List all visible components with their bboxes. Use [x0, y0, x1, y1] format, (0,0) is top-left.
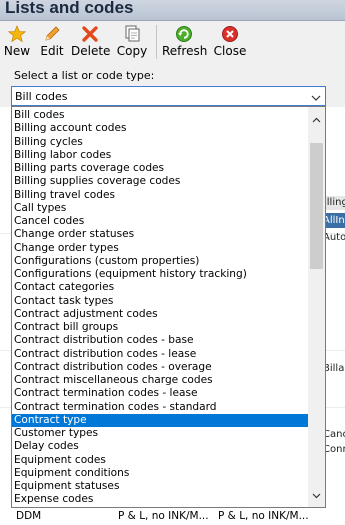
- delete-button[interactable]: Delete: [71, 25, 111, 59]
- dropdown-list: Bill codes Billing account codes Billing c…: [12, 109, 308, 507]
- scroll-up-icon[interactable]: [312, 113, 321, 126]
- close-button[interactable]: Close: [213, 25, 247, 59]
- dropdown-scrollbar[interactable]: [308, 107, 325, 507]
- chevron-down-icon[interactable]: [311, 92, 321, 105]
- dropdown-item[interactable]: Contract termination codes - standard: [12, 401, 308, 414]
- dropdown-item[interactable]: Customer types: [12, 427, 308, 440]
- window-title: Lists and codes: [5, 0, 134, 17]
- dropdown-item[interactable]: Contract distribution codes - lease: [12, 348, 308, 361]
- dropdown-item[interactable]: Call types: [12, 202, 308, 215]
- copy-label: Copy: [116, 44, 148, 58]
- dropdown-item[interactable]: Billing supplies coverage codes: [12, 175, 308, 188]
- dropdown-item[interactable]: Billing cycles: [12, 136, 308, 149]
- refresh-button[interactable]: Refresh: [162, 25, 208, 59]
- edit-label: Edit: [40, 44, 64, 58]
- dropdown-item[interactable]: Billing account codes: [12, 122, 308, 135]
- dropdown-item[interactable]: Contract termination codes - lease: [12, 387, 308, 400]
- close-label: Close: [213, 44, 247, 58]
- combobox-value: Bill codes: [15, 90, 68, 103]
- toolbar: New Edit Delete Copy Refresh Close: [0, 21, 345, 61]
- dropdown-item[interactable]: Equipment codes: [12, 454, 308, 467]
- new-button[interactable]: New: [2, 25, 32, 59]
- toolbar-separator: [156, 25, 157, 59]
- dropdown-item[interactable]: Bill codes: [12, 109, 308, 122]
- list-type-dropdown[interactable]: Bill codes Billing account codes Billing c…: [11, 106, 326, 508]
- copy-button[interactable]: Copy: [116, 25, 148, 59]
- dropdown-item[interactable]: Equipment statuses: [12, 480, 308, 493]
- bottom-row-code: DDM: [16, 510, 42, 522]
- list-type-combobox[interactable]: Bill codes: [11, 86, 326, 106]
- bottom-row-col1: P & L, no INK/M...: [118, 510, 209, 522]
- grid-cell-fragment: AllIn: [323, 215, 345, 226]
- dropdown-item[interactable]: Contract distribution codes - base: [12, 334, 308, 347]
- bottom-row-col2: P & L, no INK/M...: [218, 510, 309, 522]
- dropdown-item[interactable]: Billing parts coverage codes: [12, 162, 308, 175]
- title-bar: Lists and codes: [0, 0, 345, 21]
- grid-cell-fragment: Conr: [323, 444, 345, 455]
- dropdown-item[interactable]: Equipment conditions: [12, 467, 308, 480]
- scroll-down-icon[interactable]: [312, 489, 321, 502]
- dropdown-item[interactable]: Change order statuses: [12, 228, 308, 241]
- dropdown-item[interactable]: Configurations (equipment history tracki…: [12, 268, 308, 281]
- dropdown-item[interactable]: Cancel codes: [12, 215, 308, 228]
- dropdown-item[interactable]: Billing travel codes: [12, 189, 308, 202]
- close-circle-icon: [213, 25, 247, 44]
- list-type-prompt: Select a list or code type:: [14, 69, 155, 82]
- dropdown-item[interactable]: Contract miscellaneous charge codes: [12, 374, 308, 387]
- new-label: New: [3, 44, 31, 58]
- dropdown-item[interactable]: Expense codes: [12, 493, 308, 506]
- dropdown-item[interactable]: Contract distribution codes - overage: [12, 361, 308, 374]
- grid-cell-fragment: Auto: [323, 232, 345, 243]
- dropdown-item[interactable]: Change order types: [12, 242, 308, 255]
- refresh-label: Refresh: [162, 44, 208, 58]
- dropdown-item[interactable]: Contract bill groups: [12, 321, 308, 334]
- dropdown-item[interactable]: Contact task types: [12, 295, 308, 308]
- edit-button[interactable]: Edit: [38, 25, 66, 59]
- dropdown-item[interactable]: Delay codes: [12, 440, 308, 453]
- grid-bottom-row[interactable]: DDM P & L, no INK/M... P & L, no INK/M..…: [0, 508, 345, 525]
- red-x-icon: [71, 25, 109, 44]
- copy-icon: [116, 25, 148, 44]
- grid-header-fragment: illing: [324, 197, 345, 208]
- delete-label: Delete: [71, 44, 111, 58]
- scrollbar-thumb[interactable]: [310, 143, 323, 269]
- dropdown-item[interactable]: Contract type: [12, 413, 308, 427]
- pencil-icon: [38, 25, 66, 44]
- grid-cell-fragment: Billab: [323, 363, 345, 374]
- dropdown-item[interactable]: Contact categories: [12, 281, 308, 294]
- grid-cell-fragment: Canc: [323, 429, 345, 440]
- dropdown-item[interactable]: Contract adjustment codes: [12, 308, 308, 321]
- dropdown-item[interactable]: Billing labor codes: [12, 149, 308, 162]
- refresh-icon: [162, 25, 206, 44]
- dropdown-item[interactable]: Configurations (custom properties): [12, 255, 308, 268]
- star-icon: [2, 25, 32, 44]
